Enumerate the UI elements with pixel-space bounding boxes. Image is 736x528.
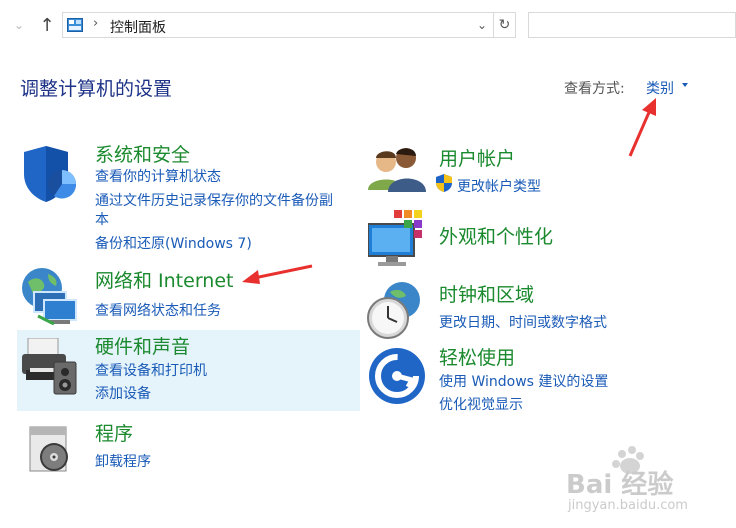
category-programs: 程序 卸载程序	[20, 419, 360, 479]
annotation-arrow-view	[628, 98, 656, 157]
category-title[interactable]: 时钟和区域	[439, 280, 534, 307]
category-title[interactable]: 网络和 Internet	[95, 266, 233, 293]
link-devices-printers[interactable]: 查看设备和打印机	[95, 360, 207, 380]
users-icon	[368, 148, 426, 192]
up-arrow-icon[interactable]: ↑	[38, 16, 56, 36]
category-title[interactable]: 程序	[95, 419, 133, 446]
category-appearance: 外观和个性化	[366, 208, 706, 268]
category-title[interactable]: 用户帐户	[439, 144, 515, 171]
breadcrumb-separator: ›	[93, 16, 99, 31]
link-change-account-type[interactable]: 更改帐户类型	[457, 176, 541, 196]
link-backup-restore[interactable]: 备份和还原(Windows 7)	[95, 233, 252, 253]
monitor-palette-icon	[368, 210, 422, 266]
address-bar[interactable]: › 控制面板 ⌄	[62, 12, 494, 38]
network-globe-icon	[22, 268, 77, 326]
link-change-date-time[interactable]: 更改日期、时间或数字格式	[439, 312, 607, 332]
category-title[interactable]: 外观和个性化	[439, 222, 553, 249]
ease-of-access-icon	[369, 348, 425, 404]
watermark-brand: Bai 经验	[566, 470, 674, 500]
programs-disc-icon	[29, 426, 68, 472]
clock-globe-icon	[367, 282, 420, 339]
view-by-dropdown[interactable]: 类别	[646, 78, 674, 98]
link-view-computer-status[interactable]: 查看你的计算机状态	[95, 166, 221, 186]
breadcrumb-control-panel[interactable]: 控制面板	[110, 17, 166, 37]
watermark: Bai 经验 jingyan.baidu.com	[560, 440, 736, 528]
link-optimize-display[interactable]: 优化视觉显示	[439, 394, 523, 414]
refresh-icon[interactable]: ↻	[494, 12, 516, 38]
category-system-security: 系统和安全 查看你的计算机状态 通过文件历史记录保存你的文件备份副 本 备份和还…	[20, 140, 360, 255]
page-title: 调整计算机的设置	[20, 78, 173, 100]
watermark-url: jingyan.baidu.com	[568, 498, 688, 513]
shield-icon	[24, 146, 77, 202]
view-by-label: 查看方式:	[564, 81, 625, 97]
uac-shield-icon	[436, 174, 452, 192]
annotation-arrow-network	[242, 264, 313, 284]
link-uninstall-program[interactable]: 卸载程序	[95, 451, 151, 471]
navigation-bar: ⌄ ↑ › 控制面板 ⌄ ↻	[0, 0, 736, 52]
search-input[interactable]	[528, 12, 736, 38]
category-title[interactable]: 轻松使用	[439, 343, 515, 370]
printer-speaker-icon	[22, 338, 77, 395]
recent-locations-chevron-icon[interactable]: ⌄	[14, 19, 26, 31]
link-add-device[interactable]: 添加设备	[95, 383, 151, 403]
category-title[interactable]: 系统和安全	[95, 140, 190, 167]
category-hardware: 硬件和声音 查看设备和打印机 添加设备	[20, 332, 360, 408]
control-panel-icon	[67, 18, 83, 32]
link-network-status[interactable]: 查看网络状态和任务	[95, 300, 221, 320]
link-recommended-settings[interactable]: 使用 Windows 建议的设置	[439, 371, 608, 391]
category-title[interactable]: 硬件和声音	[95, 332, 190, 359]
link-file-history-cont[interactable]: 本	[95, 209, 109, 229]
view-by-dropdown-arrow-icon[interactable]	[682, 83, 688, 87]
category-ease-of-access: 轻松使用 使用 Windows 建议的设置 优化视觉显示	[366, 343, 706, 413]
address-dropdown-icon[interactable]: ⌄	[477, 18, 489, 32]
link-file-history[interactable]: 通过文件历史记录保存你的文件备份副	[95, 190, 333, 210]
category-clock-region: 时钟和区域 更改日期、时间或数字格式	[366, 278, 706, 339]
